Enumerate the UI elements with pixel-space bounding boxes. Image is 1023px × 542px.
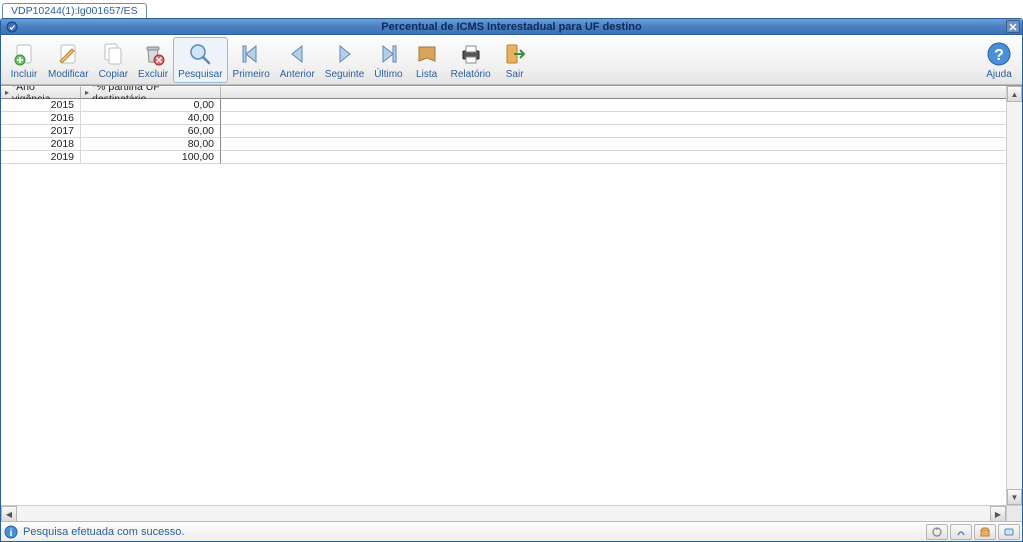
sort-icon: ▸ (5, 87, 9, 99)
help-icon: ? (985, 40, 1013, 68)
col-ano-header[interactable]: ▸*Ano vigência (1, 86, 81, 99)
relatorio-button[interactable]: Relatório (446, 37, 496, 83)
modificar-label: Modificar (48, 69, 89, 80)
sair-button[interactable]: Sair (496, 37, 534, 83)
copiar-label: Copiar (99, 69, 128, 80)
trash-icon (139, 40, 167, 68)
cell-partilha[interactable]: 100,00 (81, 151, 221, 164)
cell-partilha[interactable]: 60,00 (81, 125, 221, 138)
pesquisar-label: Pesquisar (178, 69, 222, 80)
ultimo-label: Último (374, 69, 402, 80)
ajuda-button[interactable]: ? Ajuda (980, 37, 1018, 83)
modificar-button[interactable]: Modificar (43, 37, 94, 83)
scroll-right-icon[interactable]: ▶ (990, 506, 1006, 521)
table-row[interactable]: 201880,00 (1, 138, 1006, 151)
seguinte-label: Seguinte (325, 69, 364, 80)
seguinte-button[interactable]: Seguinte (320, 37, 369, 83)
status-action-1[interactable] (926, 524, 948, 540)
lista-label: Lista (416, 69, 437, 80)
exit-icon (501, 40, 529, 68)
excluir-label: Excluir (138, 69, 168, 80)
ajuda-label: Ajuda (986, 69, 1012, 80)
tab-strip: VDP10244(1):lg001657/ES (0, 0, 1023, 18)
status-action-2[interactable] (950, 524, 972, 540)
svg-text:?: ? (994, 47, 1004, 64)
cell-empty (221, 151, 1006, 164)
tab-main[interactable]: VDP10244(1):lg001657/ES (2, 3, 147, 18)
main-window: Percentual de ICMS Interestadual para UF… (0, 18, 1023, 542)
cell-ano[interactable]: 2017 (1, 125, 81, 138)
pesquisar-button[interactable]: Pesquisar (173, 37, 227, 83)
svg-text:i: i (10, 528, 13, 539)
cell-partilha[interactable]: 40,00 (81, 112, 221, 125)
add-page-icon (10, 40, 38, 68)
table-row[interactable]: 2019100,00 (1, 151, 1006, 164)
scroll-down-icon[interactable]: ▼ (1007, 489, 1022, 505)
col-partilha-header[interactable]: ▸*% partilha UF destinatário (81, 86, 221, 99)
hscroll-track[interactable] (17, 506, 990, 521)
vertical-scrollbar[interactable]: ▲ ▼ (1006, 86, 1022, 505)
cell-ano[interactable]: 2015 (1, 99, 81, 112)
cell-ano[interactable]: 2018 (1, 138, 81, 151)
grid-container: ▸*Ano vigência ▸*% partilha UF destinatá… (1, 85, 1022, 521)
primeiro-button[interactable]: Primeiro (228, 37, 275, 83)
cell-empty (221, 138, 1006, 151)
app-icon (5, 20, 19, 34)
relatorio-label: Relatório (451, 69, 491, 80)
ultimo-button[interactable]: Último (369, 37, 407, 83)
copiar-button[interactable]: Copiar (94, 37, 133, 83)
excluir-button[interactable]: Excluir (133, 37, 173, 83)
table-row[interactable]: 20150,00 (1, 99, 1006, 112)
primeiro-label: Primeiro (233, 69, 270, 80)
sair-label: Sair (506, 69, 524, 80)
lista-button[interactable]: Lista (408, 37, 446, 83)
scroll-up-icon[interactable]: ▲ (1007, 86, 1022, 102)
cell-empty (221, 99, 1006, 112)
anterior-label: Anterior (280, 69, 315, 80)
arrow-last-icon (374, 40, 402, 68)
incluir-button[interactable]: Incluir (5, 37, 43, 83)
cell-partilha[interactable]: 0,00 (81, 99, 221, 112)
cell-ano[interactable]: 2019 (1, 151, 81, 164)
data-grid[interactable]: ▸*Ano vigência ▸*% partilha UF destinatá… (1, 86, 1006, 505)
table-row[interactable]: 201760,00 (1, 125, 1006, 138)
cell-empty (221, 125, 1006, 138)
book-icon (413, 40, 441, 68)
statusbar: i Pesquisa efetuada com sucesso. (1, 521, 1022, 541)
copy-icon (99, 40, 127, 68)
anterior-button[interactable]: Anterior (275, 37, 320, 83)
arrow-first-icon (237, 40, 265, 68)
cell-empty (221, 112, 1006, 125)
col-rest-header (221, 86, 1006, 99)
scroll-track[interactable] (1007, 102, 1022, 489)
table-row[interactable]: 201640,00 (1, 112, 1006, 125)
edit-page-icon (54, 40, 82, 68)
close-icon[interactable] (1006, 20, 1020, 33)
toolbar: Incluir Modificar Copiar Excluir (1, 35, 1022, 85)
status-action-3[interactable] (974, 524, 996, 540)
scroll-corner (1006, 506, 1022, 521)
cell-ano[interactable]: 2016 (1, 112, 81, 125)
status-message: Pesquisa efetuada com sucesso. (23, 526, 926, 538)
sort-icon: ▸ (85, 87, 89, 99)
cell-partilha[interactable]: 80,00 (81, 138, 221, 151)
arrow-next-icon (331, 40, 359, 68)
printer-icon (457, 40, 485, 68)
titlebar: Percentual de ICMS Interestadual para UF… (1, 19, 1022, 35)
search-icon (186, 40, 214, 68)
incluir-label: Incluir (11, 69, 38, 80)
grid-header: ▸*Ano vigência ▸*% partilha UF destinatá… (1, 86, 1006, 99)
window-title: Percentual de ICMS Interestadual para UF… (381, 21, 641, 33)
arrow-prev-icon (283, 40, 311, 68)
info-icon: i (3, 524, 19, 540)
scroll-left-icon[interactable]: ◀ (1, 506, 17, 521)
status-action-4[interactable] (998, 524, 1020, 540)
